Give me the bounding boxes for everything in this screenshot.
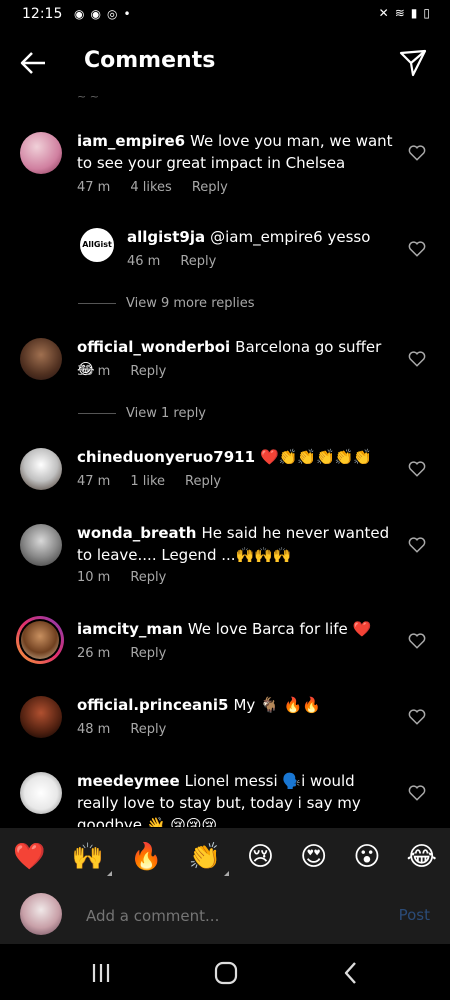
heart-icon[interactable] (408, 632, 426, 650)
view-replies-button[interactable]: View 1 reply (78, 406, 206, 421)
comment-likes[interactable]: 4 likes (130, 180, 171, 195)
reply-button[interactable]: Reply (185, 474, 221, 489)
signal-icon: ▮ (410, 6, 418, 20)
comment: wonda_breath He said he never wanted to l… (0, 522, 450, 602)
emoji-quick-bar: ❤️ 🙌 🔥 👏 😢 😍 😮 😂 (0, 828, 450, 886)
comment-username[interactable]: allgist9ja (127, 228, 205, 246)
emoji-label: 👏 (188, 842, 221, 872)
system-nav-bar (0, 944, 450, 1000)
send-icon[interactable] (398, 48, 428, 78)
comment-time: 10 m (77, 570, 111, 585)
comment-time: 48 m (77, 722, 111, 737)
emoji-crying-button[interactable]: 😢 (247, 842, 274, 872)
comment-username[interactable]: official_wonderboi (77, 338, 230, 356)
emoji-fire-button[interactable]: 🔥 (130, 842, 162, 872)
emoji-heart-eyes-button[interactable]: 😍 (300, 842, 327, 872)
back-icon[interactable] (338, 960, 364, 986)
heart-icon[interactable] (408, 350, 426, 368)
comment: meedeymee Lionel messi 🗣️i would really l… (0, 770, 450, 827)
divider (78, 413, 116, 414)
status-bar: 12:15 ◉ ◉ ◎ • ✕ ≋ ▮ ▯ (0, 0, 450, 30)
comment-username[interactable]: chineduonyeruo7911 (77, 448, 255, 466)
home-icon[interactable] (213, 960, 239, 986)
emoji-raised-hands-button[interactable]: 🙌 (71, 842, 112, 876)
emoji-surprised-button[interactable]: 😮 (353, 842, 380, 872)
status-icons-right: ✕ ≋ ▮ ▯ (379, 6, 430, 20)
heart-icon[interactable] (408, 240, 426, 258)
comment-username[interactable]: wonda_breath (77, 524, 196, 542)
comment-text: My 🐐 🔥🔥 (233, 696, 321, 714)
comment-username[interactable]: iam_empire6 (77, 132, 185, 150)
avatar[interactable]: AllGist (80, 228, 114, 262)
heart-icon[interactable] (408, 460, 426, 478)
avatar[interactable] (20, 772, 62, 814)
reply-button[interactable]: Reply (180, 254, 216, 269)
status-time: 12:15 (22, 6, 63, 22)
comment-text: We love Barca for life ❤️ (187, 620, 372, 638)
dot-icon: • (123, 7, 131, 21)
comment-text: @iam_empire6 yesso (210, 228, 371, 246)
comment-username[interactable]: iamcity_man (77, 620, 183, 638)
reply-button[interactable]: Reply (130, 722, 166, 737)
comment: chineduonyeruo7911 ❤️👏👏👏👏👏 47 m 1 like Re… (0, 446, 450, 506)
emoji-laughing-button[interactable]: 😂 (407, 842, 437, 872)
comment-text: ❤️👏👏👏👏👏 (260, 448, 373, 466)
current-user-avatar (20, 893, 62, 935)
reply-button[interactable]: Reply (130, 570, 166, 585)
comment-time: 46 m (127, 254, 161, 269)
cut-off-text: ~ ~ (77, 92, 99, 103)
divider (78, 303, 116, 304)
emoji-heart-button[interactable]: ❤️ (13, 842, 45, 872)
messenger-icon: ◉ (90, 7, 101, 21)
comment: official_wonderboi Barcelona go suffer 😂 … (0, 336, 450, 396)
skin-tone-indicator (106, 871, 112, 876)
comments-list[interactable]: ~ ~ iam_empire6 We love you man, we want … (0, 92, 450, 827)
view-replies-label: View 9 more replies (126, 296, 255, 311)
avatar[interactable] (20, 448, 62, 490)
add-comment-bar: Post (0, 886, 450, 944)
reply-button[interactable]: Reply (192, 180, 228, 195)
back-arrow-icon[interactable] (18, 48, 48, 78)
emoji-clap-button[interactable]: 👏 (188, 842, 229, 876)
skin-tone-indicator (223, 871, 229, 876)
comment-reply: AllGist allgist9ja @iam_empire6 yesso 46 … (0, 226, 450, 286)
comment: official.princeani5 My 🐐 🔥🔥 48 m Reply (0, 694, 450, 754)
comment-time: 35 m (77, 364, 111, 379)
avatar[interactable] (20, 338, 62, 380)
reply-button[interactable]: Reply (130, 364, 166, 379)
comment-username[interactable]: official.princeani5 (77, 696, 228, 714)
heart-icon[interactable] (408, 784, 426, 802)
comment-username[interactable]: meedeymee (77, 772, 180, 790)
heart-icon[interactable] (408, 144, 426, 162)
recent-apps-icon[interactable] (88, 960, 114, 986)
instagram-icon: ◎ (106, 7, 118, 21)
battery-icon: ▯ (423, 6, 430, 20)
post-button[interactable]: Post (399, 906, 430, 924)
avatar[interactable] (20, 696, 62, 738)
header: Comments (0, 38, 450, 88)
comment: iam_empire6 We love you man, we want to s… (0, 130, 450, 240)
avatar[interactable] (20, 524, 62, 566)
chat-icon: ◉ (74, 7, 85, 21)
view-replies-button[interactable]: View 9 more replies (78, 296, 255, 311)
heart-icon[interactable] (408, 536, 426, 554)
emoji-label: 🙌 (71, 842, 104, 872)
view-replies-label: View 1 reply (126, 406, 206, 421)
heart-icon[interactable] (408, 708, 426, 726)
wifi-icon: ≋ (394, 6, 405, 20)
status-icons-left: ◉ ◉ ◎ • (74, 7, 131, 21)
mute-icon: ✕ (378, 6, 389, 20)
comment-time: 26 m (77, 646, 111, 661)
comment-time: 47 m (77, 180, 111, 195)
avatar[interactable] (20, 132, 62, 174)
reply-button[interactable]: Reply (130, 646, 166, 661)
page-title: Comments (84, 48, 216, 73)
avatar-story-ring[interactable] (16, 616, 64, 664)
comment-input[interactable] (84, 904, 368, 928)
comment-time: 47 m (77, 474, 111, 489)
comment-likes[interactable]: 1 like (130, 474, 165, 489)
comment: iamcity_man We love Barca for life ❤️ 26 … (0, 616, 450, 678)
